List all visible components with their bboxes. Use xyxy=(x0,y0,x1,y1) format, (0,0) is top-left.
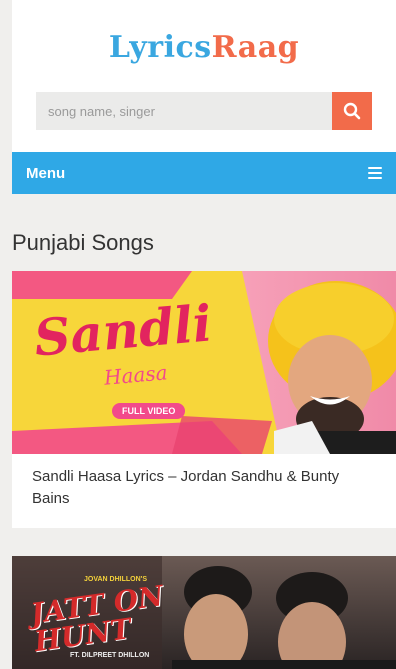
search-input[interactable] xyxy=(36,92,332,130)
thumbnail-badge: FT. DILPREET DHILLON xyxy=(70,652,150,659)
hamburger-icon[interactable] xyxy=(368,167,382,179)
post-card[interactable]: Sandli Haasa FULL VIDEO Sandli Haasa Lyr… xyxy=(12,271,396,528)
logo-part-2: Raag xyxy=(211,30,300,65)
menu-label: Menu xyxy=(26,164,66,182)
post-card[interactable]: JOVAN DHILLON'S JATT ON HUNT FT. DILPREE… xyxy=(12,556,396,669)
post-thumbnail[interactable]: JOVAN DHILLON'S JATT ON HUNT FT. DILPREE… xyxy=(12,556,396,669)
site-header: LyricsRaag xyxy=(12,0,396,152)
menu-bar[interactable]: Menu xyxy=(12,152,396,194)
logo-part-1: Lyrics xyxy=(108,30,212,65)
thumbnail-badge: FULL VIDEO xyxy=(112,403,186,419)
search-button[interactable] xyxy=(332,92,372,130)
search-bar xyxy=(36,92,372,130)
site-logo[interactable]: LyricsRaag xyxy=(12,30,396,65)
post-title[interactable]: Sandli Haasa Lyrics – Jordan Sandhu & Bu… xyxy=(12,454,396,510)
search-icon xyxy=(343,102,361,120)
post-thumbnail[interactable]: Sandli Haasa FULL VIDEO xyxy=(12,271,396,454)
section-title: Punjabi Songs xyxy=(12,230,154,255)
